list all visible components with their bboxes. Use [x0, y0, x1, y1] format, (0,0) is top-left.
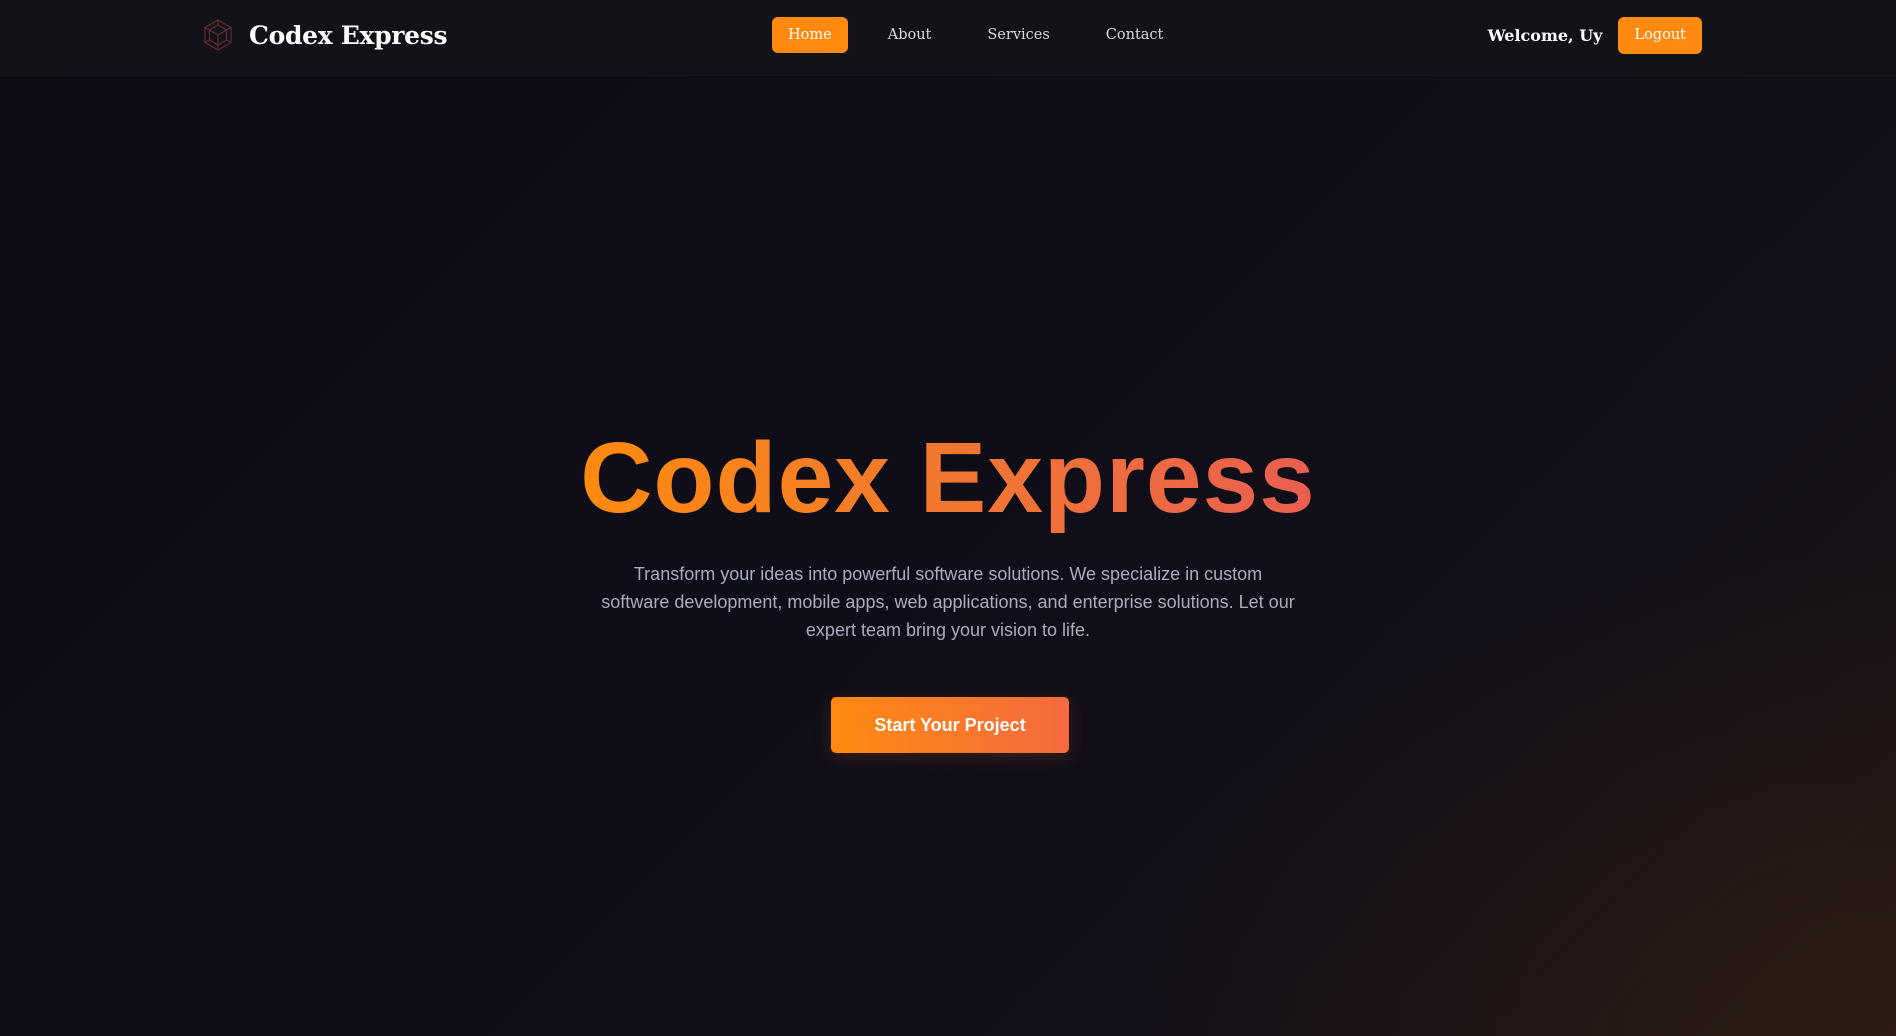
nav-services[interactable]: Services [971, 17, 1065, 53]
welcome-text: Welcome, Uy [1487, 25, 1603, 45]
start-project-button[interactable]: Start Your Project [831, 697, 1069, 753]
nav-home[interactable]: Home [772, 17, 848, 53]
brand[interactable]: Codex Express [201, 17, 448, 53]
nav-contact[interactable]: Contact [1090, 17, 1180, 53]
user-area: Welcome, Uy Logout [1487, 16, 1702, 54]
logout-button[interactable]: Logout [1618, 16, 1702, 54]
nav-about[interactable]: About [872, 17, 948, 53]
page-background: Codex Express Home About Services Contac… [0, 0, 1896, 1036]
navbar: Codex Express Home About Services Contac… [0, 0, 1896, 76]
hero-subtitle: Transform your ideas into powerful softw… [601, 564, 1295, 640]
hero-title-text: Codex Express [580, 422, 1316, 534]
hexagon-cube-logo-icon [204, 19, 232, 51]
hero-title: Codex Express [0, 418, 1896, 538]
brand-name: Codex Express [249, 20, 448, 50]
main-nav: Home About Services Contact [772, 17, 1203, 53]
